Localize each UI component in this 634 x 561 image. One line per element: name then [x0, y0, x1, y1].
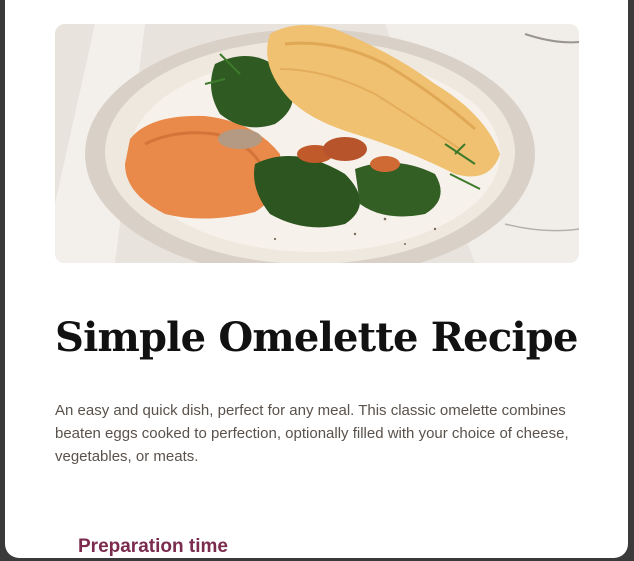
omelette-illustration	[55, 24, 579, 263]
recipe-description: An easy and quick dish, perfect for any …	[55, 402, 569, 465]
page-frame: Simple Omelette Recipe An easy and quick…	[0, 0, 634, 561]
preparation-time-heading: Preparation time	[78, 536, 228, 557]
recipe-title: Simple Omelette Recipe	[55, 314, 578, 361]
recipe-card: Simple Omelette Recipe An easy and quick…	[5, 0, 628, 558]
omelette-photo	[55, 24, 579, 263]
